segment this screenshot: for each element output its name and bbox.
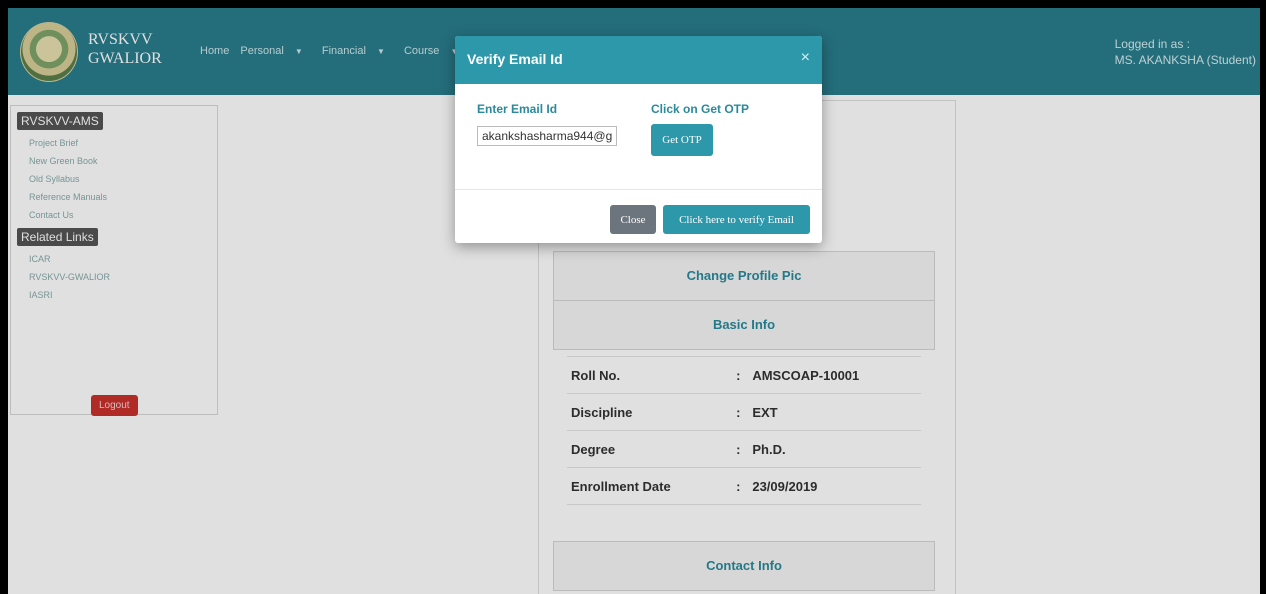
close-icon[interactable]: × [801, 49, 810, 67]
modal-header: Verify Email Id × [455, 36, 822, 84]
verify-email-modal: Verify Email Id × Enter Email Id Click o… [455, 36, 822, 243]
verify-email-button[interactable]: Click here to verify Email [663, 205, 810, 234]
email-label: Enter Email Id [477, 102, 558, 116]
otp-label: Click on Get OTP [651, 102, 750, 116]
app-frame: RVSKVV GWALIOR Home Personal ▼ Financial… [0, 0, 1266, 594]
modal-title: Verify Email Id [467, 51, 563, 67]
email-input[interactable] [477, 126, 617, 146]
modal-footer: Close Click here to verify Email [455, 189, 822, 244]
close-button[interactable]: Close [610, 205, 656, 234]
get-otp-button[interactable]: Get OTP [651, 124, 713, 156]
